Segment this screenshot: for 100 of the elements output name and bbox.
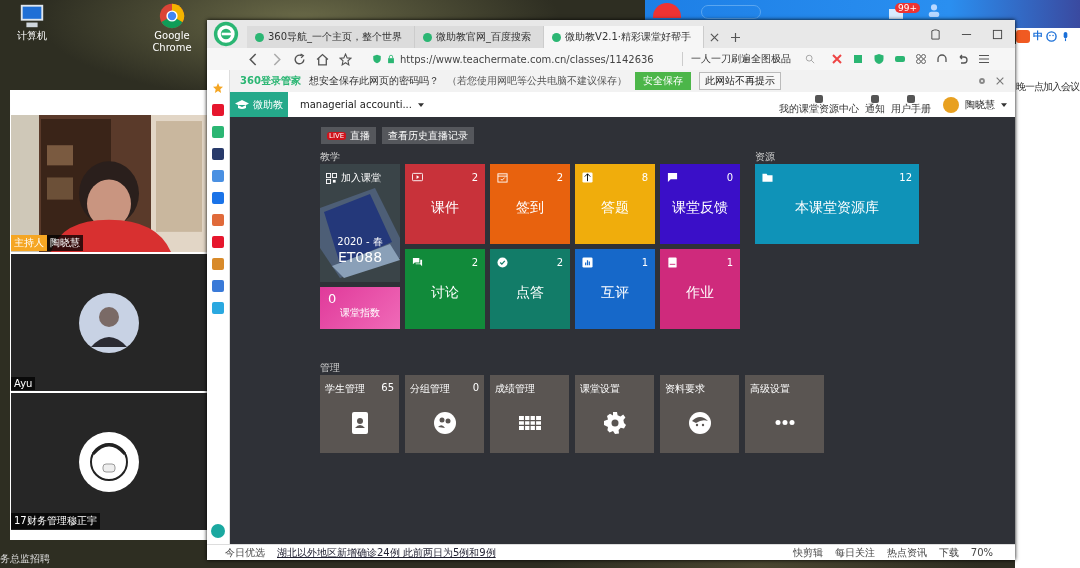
undo-icon[interactable] <box>957 53 969 65</box>
settings-icon[interactable] <box>977 76 987 86</box>
feature-tile[interactable]: 2 点答 <box>490 249 570 329</box>
group-icon <box>433 412 456 434</box>
smiley-icon[interactable] <box>1046 30 1057 42</box>
app-shortcut-icon[interactable] <box>212 104 224 116</box>
management-tile[interactable]: 课堂设置 <box>575 375 654 453</box>
tile-title: 学生管理 <box>325 382 365 396</box>
management-tile[interactable]: 分组管理 0 <box>405 375 484 453</box>
star-icon[interactable] <box>339 52 352 66</box>
status-link[interactable]: 今日优选 <box>225 545 265 560</box>
status-link[interactable]: 快剪辑 <box>792 545 823 560</box>
management-tile[interactable]: 学生管理 65 <box>320 375 399 453</box>
term-label: 2020 - 春 <box>336 235 384 249</box>
tile-title: 答题 <box>600 199 630 217</box>
url-field[interactable]: https://www.teachermate.com.cn/classes/1142636 <box>400 53 654 65</box>
home-icon[interactable] <box>316 52 329 66</box>
nav-link[interactable]: 用户手册 <box>891 95 931 114</box>
browser-tab[interactable]: 微助教官网_百度搜索 <box>415 26 545 48</box>
feature-tile[interactable]: 2 讨论 <box>405 249 485 329</box>
tile-title: 签到 <box>515 199 545 217</box>
tile-count: 65 <box>381 382 394 395</box>
search-icon[interactable] <box>805 54 815 64</box>
tile-title: 加入课堂 <box>341 171 381 185</box>
x-icon[interactable] <box>831 53 843 65</box>
resource-tile[interactable]: 12 本课堂资源库 <box>755 164 919 244</box>
desktop-icon-label[interactable]: 务总监招聘 <box>0 552 50 566</box>
class-index-tile[interactable]: 0 课堂指数 <box>320 287 400 329</box>
management-tile[interactable]: 资料要求 <box>660 375 739 453</box>
brand-label: 360登录管家 <box>240 74 301 88</box>
course-dropdown[interactable]: managerial accounti... <box>300 99 412 110</box>
tile-count: 2 <box>556 257 563 268</box>
browser-tab[interactable]: 微助教V2.1·精彩课堂好帮手 <box>544 26 705 48</box>
nav-link[interactable]: 我的课堂资源中心 <box>779 95 859 114</box>
tile-title: 点答 <box>515 284 545 302</box>
zoom-level[interactable]: 70% <box>970 547 993 558</box>
status-link[interactable]: 下载 <box>938 545 959 560</box>
tile-count: 12 <box>899 172 912 183</box>
reload-icon[interactable] <box>293 52 306 66</box>
input-mode-toggle[interactable]: 中 <box>1033 29 1043 43</box>
caret-icon[interactable] <box>417 102 424 107</box>
slides-icon <box>412 172 423 183</box>
shield-icon[interactable] <box>873 53 885 65</box>
tile-title: 作业 <box>685 284 715 302</box>
browser-logo-icon[interactable] <box>213 21 239 47</box>
nav-link[interactable]: 通知 <box>865 95 885 114</box>
app-shortcut-icon[interactable] <box>212 280 224 292</box>
status-link[interactable]: 每日关注 <box>834 545 875 560</box>
caret-icon[interactable] <box>1001 102 1007 107</box>
index-label: 课堂指数 <box>339 306 381 320</box>
apps-icon[interactable] <box>915 53 927 65</box>
notification-badge: 99+ <box>895 3 920 13</box>
computer-icon[interactable] <box>18 2 46 30</box>
close-icon[interactable] <box>995 76 1005 86</box>
desktop-icon-label[interactable]: Google Chrome <box>142 30 202 53</box>
host-badge: 主持人 <box>11 235 47 251</box>
feature-tile[interactable]: 1 互评 <box>575 249 655 329</box>
star-icon[interactable] <box>212 82 224 94</box>
participant-name: 17财务管理穆正宇 <box>11 513 100 529</box>
history-button[interactable]: 查看历史直播记录 <box>382 127 475 144</box>
search-field[interactable]: 一人一刀刷遍全图极品 <box>691 52 791 66</box>
app-shortcut-icon[interactable] <box>212 192 224 204</box>
app-shortcut-icon[interactable] <box>212 148 224 160</box>
never-button[interactable]: 此网站不再提示 <box>698 72 781 90</box>
browser-tab[interactable]: 360导航_一个主页，整个世界 <box>247 26 416 48</box>
check-icon <box>497 257 508 268</box>
chrome-icon[interactable] <box>158 2 186 30</box>
tile-count: 2 <box>471 172 478 183</box>
section-label: 资源 <box>755 150 776 163</box>
feature-tile[interactable]: 1 作业 <box>660 249 740 329</box>
feature-tile[interactable]: 2 课件 <box>405 164 485 244</box>
desktop-icon-label[interactable]: 计算机 <box>2 30 62 42</box>
lock-icon <box>386 54 396 64</box>
status-link[interactable]: 热点资讯 <box>886 545 927 560</box>
management-tile[interactable]: 成绩管理 <box>490 375 569 453</box>
avatar-icon <box>79 431 139 492</box>
management-tile[interactable]: 高级设置 <box>745 375 824 453</box>
qr-code-icon <box>326 172 337 184</box>
app-shortcut-icon[interactable] <box>211 524 225 538</box>
user-avatar-icon[interactable] <box>943 96 959 113</box>
user-name[interactable]: 陶晓慧 <box>965 97 995 112</box>
section-label: 管理 <box>320 361 341 374</box>
maximize-icon[interactable] <box>992 29 1003 40</box>
input-method-logo-icon[interactable] <box>1016 29 1030 43</box>
app-shortcut-icon[interactable] <box>212 236 224 248</box>
message-text: 晚一点加入会议 <box>1016 80 1079 94</box>
close-icon[interactable] <box>710 33 720 42</box>
shield-icon[interactable] <box>372 54 382 64</box>
tile-count: 2 <box>471 257 478 268</box>
new-tab-icon[interactable] <box>731 33 741 42</box>
index-value: 0 <box>328 291 338 306</box>
participant-name: 陶晓慧 <box>47 235 83 251</box>
more-icon <box>774 420 795 425</box>
tile-count: 1 <box>641 257 648 268</box>
book-icon <box>667 257 678 268</box>
feature-tile[interactable]: 0 课堂反馈 <box>660 164 740 244</box>
contacts-icon[interactable] <box>927 3 941 17</box>
menu-icon[interactable] <box>978 53 990 65</box>
headphones-icon[interactable] <box>936 53 948 65</box>
news-ticker-link[interactable]: 湖北以外地区新增确诊24例 此前两日为5例和9例 <box>277 545 496 560</box>
